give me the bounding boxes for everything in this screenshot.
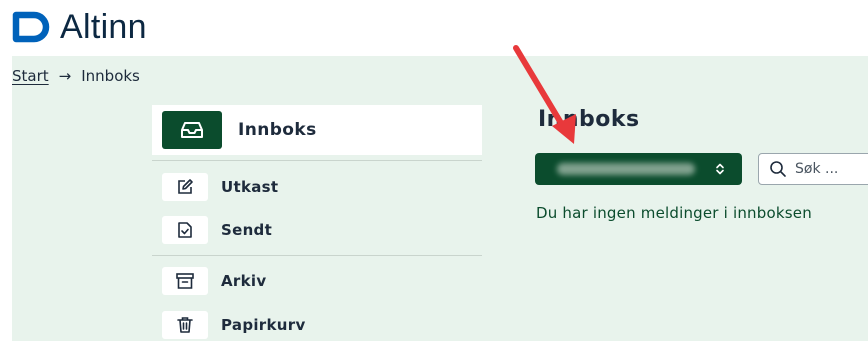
sidebar-item-innboks[interactable]: Innboks <box>152 105 482 155</box>
annotation-arrow-icon <box>513 45 576 144</box>
menu-divider <box>152 255 482 256</box>
archive-icon-box <box>162 267 208 295</box>
sidebar-item-utkast[interactable]: Utkast <box>152 170 482 204</box>
sidebar-item-arkiv[interactable]: Arkiv <box>152 264 482 298</box>
search-icon <box>770 161 786 177</box>
page-header: Altinn <box>0 0 868 56</box>
sidebar-item-label: Papirkurv <box>221 316 306 334</box>
empty-inbox-message: Du har ingen meldinger i innboksen <box>536 204 812 222</box>
sidebar-item-label: Sendt <box>221 221 273 239</box>
chevron-up-down-icon <box>716 163 724 175</box>
sent-document-icon <box>178 222 192 238</box>
archive-icon <box>176 273 194 289</box>
breadcrumb: Start → Innboks <box>12 66 140 86</box>
altinn-logo-icon <box>12 11 50 43</box>
sidebar-item-label: Utkast <box>221 178 279 196</box>
inbox-icon <box>181 122 203 138</box>
sidebar-item-label: Innboks <box>238 120 317 140</box>
sent-document-icon-box <box>162 216 208 244</box>
account-selector-button[interactable] <box>535 153 742 185</box>
trash-icon-box <box>162 311 208 339</box>
altinn-logo[interactable]: Altinn <box>12 9 147 45</box>
menu-divider <box>152 160 482 161</box>
trash-icon <box>177 317 193 333</box>
breadcrumb-start-link[interactable]: Start <box>12 67 49 85</box>
sidebar-item-label: Arkiv <box>221 272 267 290</box>
search-input[interactable] <box>795 161 868 177</box>
sidebar-item-sendt[interactable]: Sendt <box>152 213 482 247</box>
brand-name: Altinn <box>60 8 147 46</box>
breadcrumb-current: Innboks <box>81 67 140 85</box>
breadcrumb-arrow-icon: → <box>58 67 72 85</box>
frame-edge <box>0 56 12 341</box>
search-field[interactable] <box>758 153 868 185</box>
sidebar-item-papirkurv[interactable]: Papirkurv <box>152 308 482 341</box>
edit-icon <box>178 179 193 194</box>
inbox-icon-box <box>162 111 222 149</box>
edit-icon-box <box>162 173 208 201</box>
redacted-account-name <box>557 163 695 175</box>
